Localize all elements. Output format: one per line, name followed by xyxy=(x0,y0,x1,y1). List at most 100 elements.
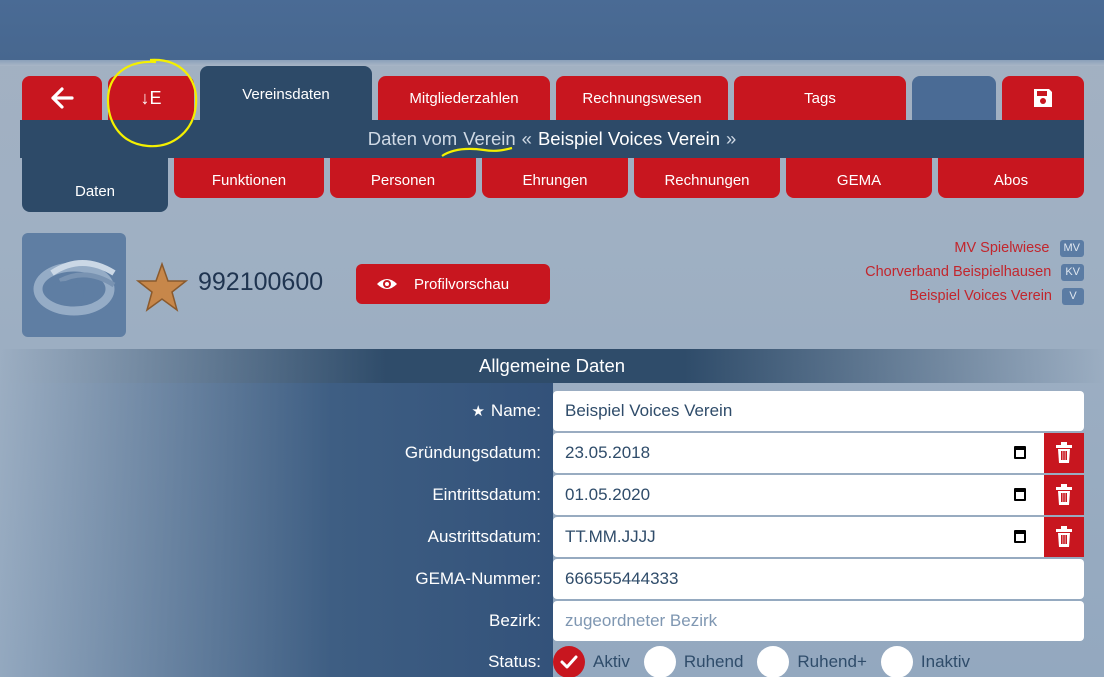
floppy-disk-icon xyxy=(1034,89,1052,107)
trash-icon xyxy=(1056,442,1072,463)
austritt-label: Austrittsdatum: xyxy=(427,527,541,546)
subtab-gema[interactable]: GEMA xyxy=(786,158,932,198)
eye-icon xyxy=(377,279,397,289)
org-name: Chorverband Beispielhausen xyxy=(865,264,1052,280)
organization-logo xyxy=(22,233,126,337)
save-button[interactable] xyxy=(1002,76,1084,120)
star-icon xyxy=(136,262,188,312)
form-row-austritt: Austrittsdatum: TT.MM.JJJJ xyxy=(0,517,1104,557)
gruendung-label: Gründungsdatum: xyxy=(404,443,541,462)
status-label: Status: xyxy=(488,652,541,671)
status-option-label: Inaktiv xyxy=(920,652,971,671)
gema-number-input[interactable]: 666555444333 xyxy=(553,559,1084,599)
status-option-inaktiv[interactable]: Inaktiv xyxy=(880,646,971,677)
required-star-icon: ★ xyxy=(471,403,485,420)
austritt-value: TT.MM.JJJJ xyxy=(565,527,656,546)
tab-mitgliederzahlen-label: Mitgliederzahlen xyxy=(409,89,519,107)
form-row-gruendung: Gründungsdatum: 23.05.2018 xyxy=(0,433,1104,473)
calendar-icon[interactable] xyxy=(1014,488,1026,501)
top-header-band xyxy=(0,0,1104,60)
gema-label: GEMA-Nummer: xyxy=(415,569,541,588)
checked-radio-icon[interactable] xyxy=(553,646,585,677)
subtab-gema-label: GEMA xyxy=(836,172,882,189)
member-id: 992100600 xyxy=(198,268,324,296)
tab-vereinsdaten[interactable]: Vereinsdaten xyxy=(200,66,372,120)
status-radio-group: Aktiv Ruhend Ruhend+ Inaktiv xyxy=(553,642,984,677)
subtab-funktionen[interactable]: Funktionen xyxy=(174,158,324,198)
subtab-rechnungen-label: Rechnungen xyxy=(664,172,750,189)
eintritt-delete-button[interactable] xyxy=(1044,475,1084,515)
form-row-eintritt: Eintrittsdatum: 01.05.2020 xyxy=(0,475,1104,515)
name-label: Name: xyxy=(490,401,541,420)
status-option-ruhend-plus[interactable]: Ruhend+ xyxy=(757,646,867,677)
tab-rechnungswesen-label: Rechnungswesen xyxy=(582,89,702,107)
austritt-delete-button[interactable] xyxy=(1044,517,1084,557)
eintritt-label: Eintrittsdatum: xyxy=(432,485,541,504)
subtab-ehrungen[interactable]: Ehrungen xyxy=(482,158,628,198)
radio-icon[interactable] xyxy=(643,646,676,677)
status-option-label: Ruhend+ xyxy=(797,652,867,671)
context-prefix: Daten vom xyxy=(367,128,458,149)
context-bar: Daten vom Verein « Beispiel Voices Verei… xyxy=(20,120,1084,158)
empty-tab-button[interactable] xyxy=(912,76,996,120)
arrow-left-icon xyxy=(51,87,74,109)
context-open-quote: « xyxy=(521,128,532,149)
form-row-gema: GEMA-Nummer: 666555444333 xyxy=(0,559,1104,599)
tab-rechnungswesen[interactable]: Rechnungswesen xyxy=(556,76,728,120)
subtab-personen[interactable]: Personen xyxy=(330,158,476,198)
subtab-ehrungen-label: Ehrungen xyxy=(522,172,588,189)
status-option-label: Ruhend xyxy=(683,652,744,671)
org-name: MV Spielwiese xyxy=(954,240,1050,256)
radio-icon[interactable] xyxy=(757,646,790,677)
subtab-daten-label: Daten xyxy=(74,183,116,200)
org-name: Beispiel Voices Verein xyxy=(909,288,1052,304)
bezirk-input[interactable]: zugeordneter Bezirk xyxy=(553,601,1084,641)
tab-tags-label: Tags xyxy=(804,89,836,107)
org-badge: KV xyxy=(1061,263,1084,281)
form-row-bezirk: Bezirk: zugeordneter Bezirk xyxy=(0,601,1104,641)
subtab-abos-label: Abos xyxy=(993,172,1029,189)
sort-button[interactable]: ↓E xyxy=(108,76,194,120)
gema-value: 666555444333 xyxy=(565,569,679,588)
tab-mitgliederzahlen[interactable]: Mitgliederzahlen xyxy=(378,76,550,120)
context-entity-type: Verein xyxy=(463,128,516,149)
calendar-icon[interactable] xyxy=(1014,530,1026,543)
trash-icon xyxy=(1056,526,1072,547)
bezirk-placeholder: zugeordneter Bezirk xyxy=(565,611,718,630)
back-button[interactable] xyxy=(22,76,102,120)
org-entry[interactable]: MV Spielwiese MV xyxy=(865,236,1084,260)
calendar-icon[interactable] xyxy=(1014,446,1026,459)
name-label-wrap: ★ Name: xyxy=(0,391,541,431)
gruendung-date-input[interactable]: 23.05.2018 xyxy=(553,433,1044,473)
org-badge: MV xyxy=(1059,239,1084,257)
name-input[interactable]: Beispiel Voices Verein xyxy=(553,391,1084,431)
profile-preview-button[interactable]: Profilvorschau xyxy=(356,264,550,304)
form-row-status: Status: Aktiv Ruhend Ruhend+ Inaktiv xyxy=(0,642,1104,677)
logo-swirl-icon xyxy=(33,260,116,316)
context-entity-name: Beispiel Voices Verein xyxy=(537,128,720,149)
subtab-personen-label: Personen xyxy=(370,172,436,189)
status-option-ruhend[interactable]: Ruhend xyxy=(643,646,744,677)
austritt-date-input[interactable]: TT.MM.JJJJ xyxy=(553,517,1044,557)
subtab-rechnungen[interactable]: Rechnungen xyxy=(634,158,780,198)
sort-label: ↓E xyxy=(140,87,162,108)
gruendung-delete-button[interactable] xyxy=(1044,433,1084,473)
section-header: Allgemeine Daten xyxy=(0,349,1104,383)
tab-tags[interactable]: Tags xyxy=(734,76,906,120)
radio-icon[interactable] xyxy=(880,646,913,677)
status-option-aktiv[interactable]: Aktiv xyxy=(553,646,630,677)
gruendung-value: 23.05.2018 xyxy=(565,443,651,462)
header-divider xyxy=(0,60,1104,66)
section-title: Allgemeine Daten xyxy=(478,355,626,376)
subtab-funktionen-label: Funktionen xyxy=(211,172,287,189)
profile-preview-label: Profilvorschau xyxy=(414,275,510,293)
org-entry[interactable]: Beispiel Voices Verein V xyxy=(865,284,1084,308)
subtab-abos[interactable]: Abos xyxy=(938,158,1084,198)
org-entry[interactable]: Chorverband Beispielhausen KV xyxy=(865,260,1084,284)
form-row-name: ★ Name: Beispiel Voices Verein xyxy=(0,391,1104,431)
tab-vereinsdaten-label: Vereinsdaten xyxy=(242,86,330,103)
eintritt-value: 01.05.2020 xyxy=(565,485,651,504)
eintritt-date-input[interactable]: 01.05.2020 xyxy=(553,475,1044,515)
subtab-daten[interactable]: Daten xyxy=(22,158,168,212)
status-option-label: Aktiv xyxy=(593,652,630,671)
